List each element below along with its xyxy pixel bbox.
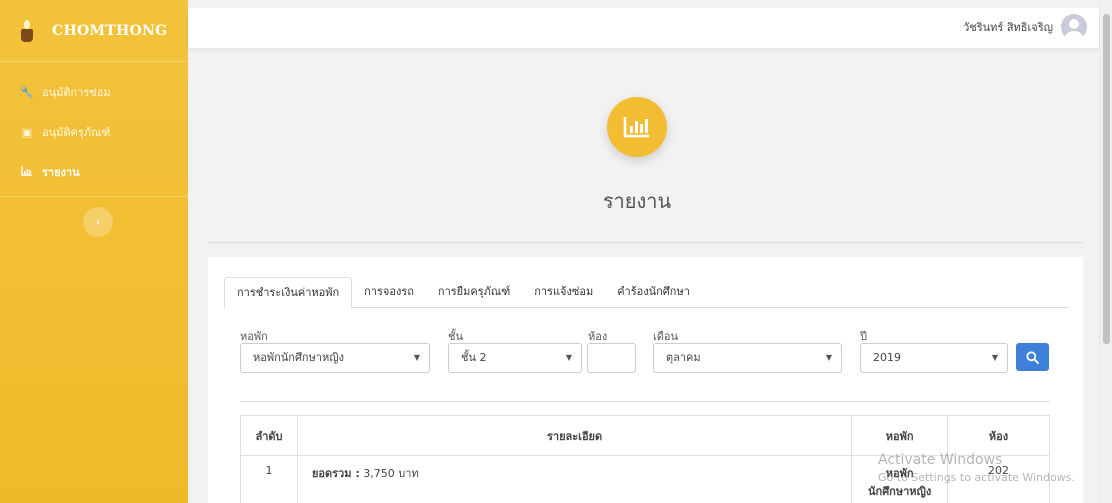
year-select-value: 2019 xyxy=(873,351,901,364)
total-label: ยอดรวม : xyxy=(311,467,360,480)
sidebar-item-repair-approval[interactable]: 🔧 อนุมัติการซ่อม xyxy=(0,72,188,112)
sidebar-divider xyxy=(0,196,188,197)
room-input[interactable] xyxy=(587,343,636,373)
header-dorm: หอพัก xyxy=(851,415,949,456)
header-divider xyxy=(208,242,1083,243)
tab-equipment-loan[interactable]: การยืมครุภัณฑ์ xyxy=(426,277,522,308)
sidebar-item-label: อนุมัติการซ่อม xyxy=(42,86,111,99)
sidebar-item-label: รายงาน xyxy=(42,166,80,179)
sidebar: CHOMTHONG 🔧 อนุมัติการซ่อม ▣ อนุมัติครุภ… xyxy=(0,0,188,503)
dorm-select-value: หอพักนักศึกษาหญิง xyxy=(253,351,345,364)
header-detail: รายละเอียด xyxy=(296,415,853,456)
brand-name: CHOMTHONG xyxy=(52,22,168,39)
dorm-select[interactable]: หอพักนักศึกษาหญิง ▼ xyxy=(240,343,430,373)
header-index: ลำดับ xyxy=(240,415,298,456)
caret-down-icon: ▼ xyxy=(825,353,832,362)
month-select-value: ตุลาคม xyxy=(666,351,701,364)
sidebar-item-equipment-approval[interactable]: ▣ อนุมัติครุภัณฑ์ xyxy=(0,112,188,152)
filter-divider xyxy=(240,401,1050,402)
windows-activation-watermark: Activate Windows Go to Settings to activ… xyxy=(878,452,1075,486)
caret-down-icon: ▼ xyxy=(413,353,420,362)
search-button[interactable] xyxy=(1016,343,1049,371)
watermark-title: Activate Windows xyxy=(878,452,1003,468)
scrollbar-thumb[interactable] xyxy=(1103,14,1110,344)
user-menu[interactable]: วัชรินทร์ สิทธิเจริญ xyxy=(963,14,1087,40)
wrench-icon: 🔧 xyxy=(20,85,34,99)
username: วัชรินทร์ สิทธิเจริญ xyxy=(963,21,1053,34)
page-title: รายงาน xyxy=(602,189,672,213)
month-select[interactable]: ตุลาคม ▼ xyxy=(653,343,842,373)
caret-down-icon: ▼ xyxy=(991,353,998,362)
bar-chart-icon xyxy=(623,117,649,138)
sidebar-collapse-button[interactable]: ‹ xyxy=(83,207,113,237)
cell-index: 1 xyxy=(240,455,298,503)
report-header-icon xyxy=(607,97,667,157)
floor-select-value: ชั้น 2 xyxy=(461,351,487,364)
tab-repair-request[interactable]: การแจ้งซ่อม xyxy=(522,277,605,308)
tab-student-petition[interactable]: คำร้องนักศึกษา xyxy=(605,277,702,308)
report-tabs: การชำระเงินค่าหอพัก การจองรถ การยืมครุภั… xyxy=(224,277,1068,308)
total-value: 3,750 บาท xyxy=(363,467,419,480)
tab-car-booking[interactable]: การจองรถ xyxy=(352,277,426,308)
year-select[interactable]: 2019 ▼ xyxy=(860,343,1008,373)
chart-icon xyxy=(20,165,34,179)
search-icon xyxy=(1026,350,1039,364)
watermark-subtitle: Go to Settings to activate Windows. xyxy=(878,471,1076,484)
sidebar-item-label: อนุมัติครุภัณฑ์ xyxy=(42,126,111,139)
topbar: วัชรินทร์ สิทธิเจริญ xyxy=(188,8,1099,48)
sidebar-item-reports[interactable]: รายงาน xyxy=(0,152,188,192)
brand[interactable]: CHOMTHONG xyxy=(0,0,188,62)
chevron-left-icon: ‹ xyxy=(95,215,101,229)
caret-down-icon: ▼ xyxy=(565,353,572,362)
user-avatar-icon xyxy=(1061,14,1087,40)
floor-select[interactable]: ชั้น 2 ▼ xyxy=(448,343,582,373)
header-room: ห้อง xyxy=(947,415,1050,456)
temple-logo-icon xyxy=(20,19,34,42)
cell-dorm-line2: นักศึกษาหญิง xyxy=(868,485,932,498)
box-icon: ▣ xyxy=(21,125,33,139)
tab-dorm-payment[interactable]: การชำระเงินค่าหอพัก xyxy=(224,277,353,308)
vertical-scrollbar[interactable] xyxy=(1099,0,1112,503)
cell-detail: ยอดรวม : 3,750 บาท xyxy=(296,455,853,503)
table-header-row: ลำดับ รายละเอียด หอพัก ห้อง xyxy=(240,415,1050,456)
